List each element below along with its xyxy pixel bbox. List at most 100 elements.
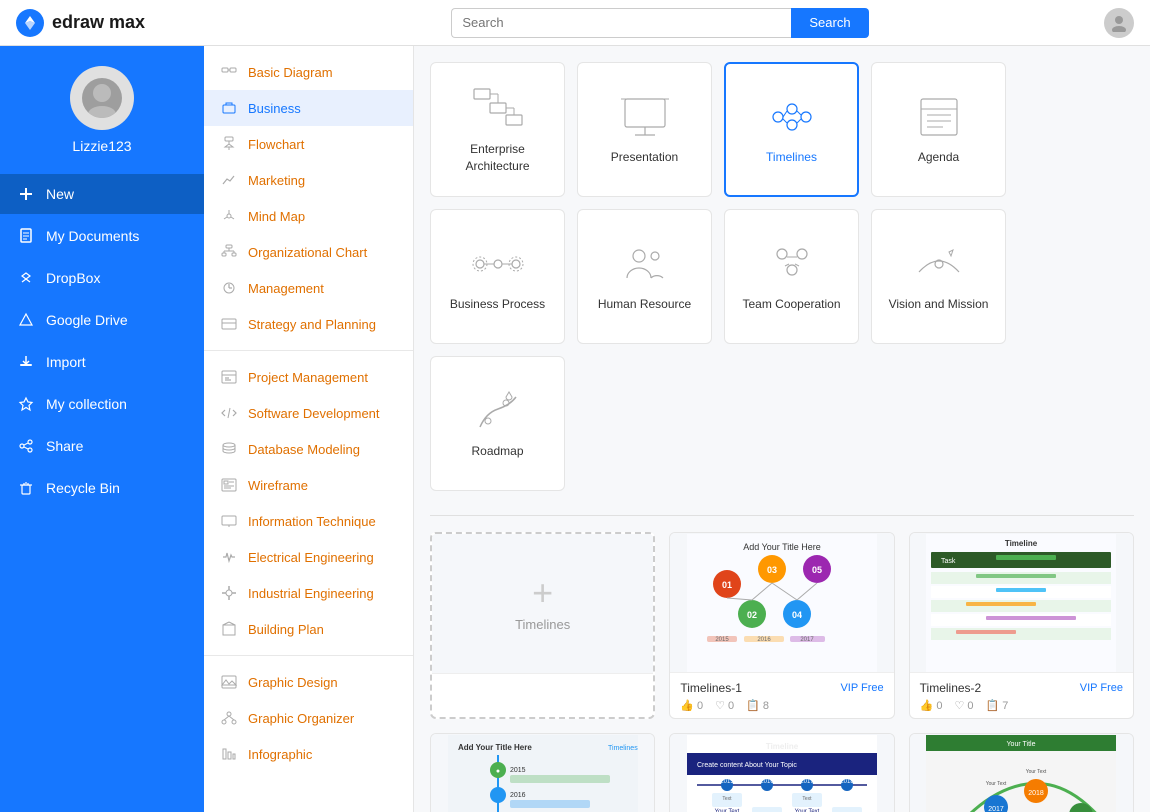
svg-text:2017: 2017 <box>800 637 814 643</box>
sidebar-item-share[interactable]: Share <box>0 426 204 466</box>
svg-text:Add Your Title Here: Add Your Title Here <box>743 542 821 552</box>
username-label: Lizzie123 <box>72 138 131 154</box>
mid-item-business[interactable]: Business <box>204 90 413 126</box>
svg-text:Add Your Title Here: Add Your Title Here <box>458 743 532 752</box>
cat-card-team-cooperation[interactable]: Team Cooperation <box>724 209 859 344</box>
tmpl-badge-2: VIP Free <box>1080 682 1123 694</box>
mid-label-business: Business <box>248 101 301 116</box>
cat-label-presentation: Presentation <box>611 149 678 166</box>
share-icon <box>16 436 36 456</box>
star-icon <box>16 394 36 414</box>
tmpl-card-new-blank[interactable]: + Timelines <box>430 532 655 719</box>
cat-card-business-process[interactable]: Business Process <box>430 209 565 344</box>
svg-text:05: 05 <box>812 565 822 575</box>
mid-item-management[interactable]: Management <box>204 270 413 306</box>
svg-text:2015: 2015 <box>715 637 729 643</box>
cat-label-timelines: Timelines <box>766 149 817 166</box>
avatar <box>70 66 134 130</box>
sidebar-item-new[interactable]: New <box>0 174 204 214</box>
mid-item-infographic[interactable]: Infographic <box>204 736 413 772</box>
roadmap-icon <box>468 387 528 435</box>
svg-text:2015: 2015 <box>510 767 526 774</box>
cat-card-roadmap[interactable]: Roadmap <box>430 356 565 491</box>
heart-icon: ♡ <box>715 699 725 712</box>
sidebar-item-my-documents[interactable]: My Documents <box>0 216 204 256</box>
search-area: Search <box>216 8 1104 38</box>
mid-item-info-tech[interactable]: Information Technique <box>204 503 413 539</box>
svg-text:Task: Task <box>941 558 956 565</box>
svg-text:2017: 2017 <box>800 779 814 785</box>
mind-map-icon <box>220 207 238 225</box>
tmpl-card-timelines-5[interactable]: Your Title 2016 2017 2018 2019 Your Text… <box>909 733 1134 812</box>
template-grid: + Timelines Add Your Title Here 01 03 <box>430 532 1134 812</box>
cat-card-enterprise-arch[interactable]: EnterpriseArchitecture <box>430 62 565 197</box>
svg-text:Text: Text <box>722 796 732 802</box>
tmpl-stats-2: 👍 0 ♡ 0 📋 7 <box>920 699 1123 712</box>
app-name: edraw max <box>52 12 145 33</box>
mid-item-db-modeling[interactable]: Database Modeling <box>204 431 413 467</box>
mid-item-industrial[interactable]: Industrial Engineering <box>204 575 413 611</box>
mid-section-3: Graphic Design Graphic Organizer Infogra… <box>204 655 413 780</box>
cat-card-timelines[interactable]: Timelines <box>724 62 859 197</box>
mid-item-project-mgmt[interactable]: Project Management <box>204 359 413 395</box>
sidebar-item-dropbox[interactable]: DropBox <box>0 258 204 298</box>
sidebar-item-my-collection[interactable]: My collection <box>0 384 204 424</box>
stat-hearts-1: ♡ 0 <box>715 699 734 712</box>
tmpl-add-area: + Timelines <box>515 575 570 632</box>
mid-item-building-plan[interactable]: Building Plan <box>204 611 413 647</box>
tmpl-card-timelines-2[interactable]: Timeline Task <box>909 532 1134 719</box>
svg-text:Your Text: Your Text <box>795 809 820 812</box>
search-input[interactable] <box>451 8 791 38</box>
tmpl-card-timelines-1[interactable]: Add Your Title Here 01 03 05 02 04 <box>669 532 894 719</box>
mid-item-basic-diagram[interactable]: Basic Diagram <box>204 54 413 90</box>
graphic-design-icon <box>220 673 238 691</box>
cat-label-roadmap: Roadmap <box>471 443 523 460</box>
svg-text:2018: 2018 <box>1029 790 1045 797</box>
cat-card-presentation[interactable]: Presentation <box>577 62 712 197</box>
mid-item-mind-map[interactable]: Mind Map <box>204 198 413 234</box>
mid-item-wireframe[interactable]: Wireframe <box>204 467 413 503</box>
cat-card-vision-mission[interactable]: Vision and Mission <box>871 209 1006 344</box>
mid-item-flowchart[interactable]: Flowchart <box>204 126 413 162</box>
tmpl-card-timelines-3[interactable]: Add Your Title Here Timelines ● 2015 201… <box>430 733 655 812</box>
mid-label-db-modeling: Database Modeling <box>248 442 360 457</box>
mid-section-1: Basic Diagram Business Flowchart Marketi… <box>204 46 413 350</box>
mid-item-software-dev[interactable]: Software Development <box>204 395 413 431</box>
business-icon <box>220 99 238 117</box>
topbar: edraw max Search <box>0 0 1150 46</box>
content-area: EnterpriseArchitecture Presentation <box>414 46 1150 812</box>
graphic-org-icon <box>220 709 238 727</box>
mid-item-strategy[interactable]: Strategy and Planning <box>204 306 413 342</box>
mid-label-project-mgmt: Project Management <box>248 370 368 385</box>
enterprise-arch-icon <box>468 85 528 133</box>
svg-text:01: 01 <box>722 580 732 590</box>
mid-label-graphic-org: Graphic Organizer <box>248 711 354 726</box>
cat-label-enterprise-arch: EnterpriseArchitecture <box>465 141 529 175</box>
sidebar-label-my-documents: My Documents <box>46 228 139 244</box>
mid-item-electrical[interactable]: Electrical Engineering <box>204 539 413 575</box>
likes-count-2: 0 <box>936 700 942 712</box>
mid-item-graphic-org[interactable]: Graphic Organizer <box>204 700 413 736</box>
svg-text:2016: 2016 <box>510 792 526 799</box>
svg-text:03: 03 <box>767 565 777 575</box>
timelines-icon <box>762 93 822 141</box>
tmpl-preview-3: Add Your Title Here Timelines ● 2015 201… <box>431 734 654 812</box>
svg-text:●: ● <box>496 768 500 775</box>
mid-item-marketing[interactable]: Marketing <box>204 162 413 198</box>
sidebar-item-google-drive[interactable]: Google Drive <box>0 300 204 340</box>
cat-card-agenda[interactable]: Agenda <box>871 62 1006 197</box>
tmpl-preview-4: Timeline Create content About Your Topic… <box>670 734 893 812</box>
tmpl-card-timelines-4[interactable]: Timeline Create content About Your Topic… <box>669 733 894 812</box>
search-button[interactable]: Search <box>791 8 868 38</box>
sidebar-item-recycle-bin[interactable]: Recycle Bin <box>0 468 204 508</box>
mid-item-graphic-design[interactable]: Graphic Design <box>204 664 413 700</box>
strategy-icon <box>220 315 238 333</box>
user-avatar-icon[interactable] <box>1104 8 1134 38</box>
presentation-icon <box>615 93 675 141</box>
flowchart-icon <box>220 135 238 153</box>
sidebar-item-import[interactable]: Import <box>0 342 204 382</box>
svg-text:2016: 2016 <box>757 637 771 643</box>
mid-label-basic-diagram: Basic Diagram <box>248 65 333 80</box>
cat-card-human-resource[interactable]: Human Resource <box>577 209 712 344</box>
mid-item-org-chart[interactable]: Organizational Chart <box>204 234 413 270</box>
